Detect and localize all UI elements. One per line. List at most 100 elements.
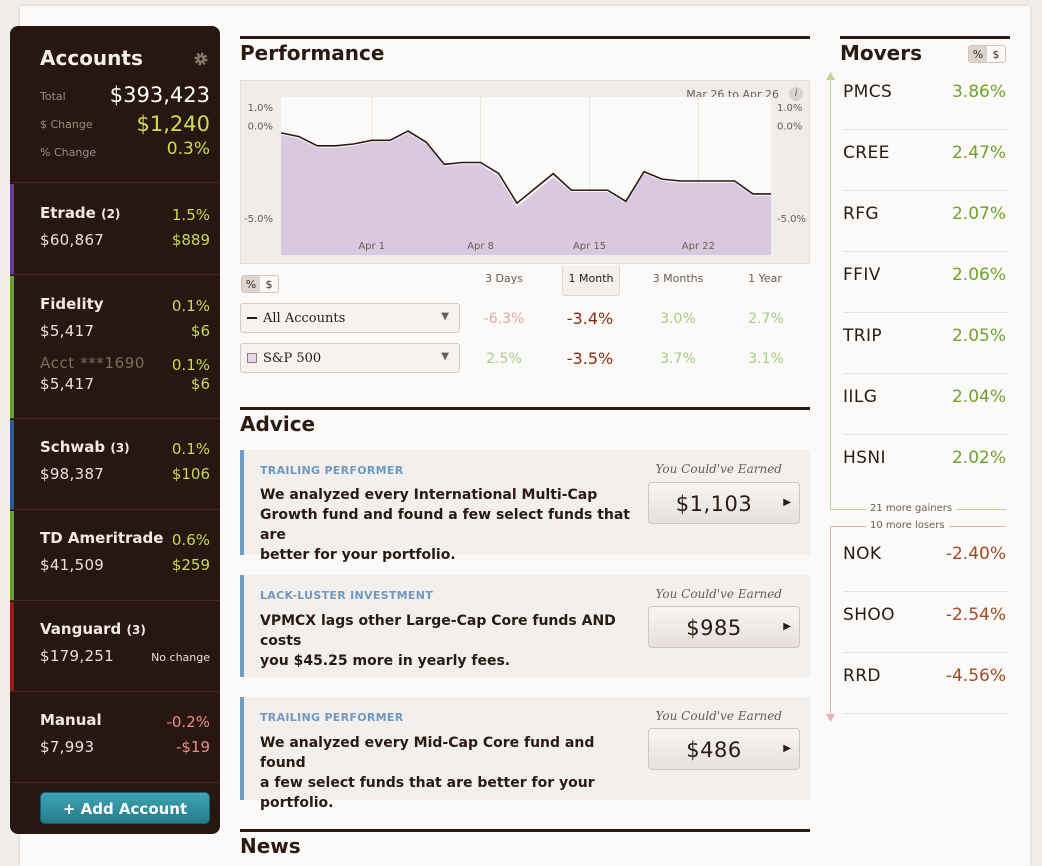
earned-button[interactable]: $985 ▶: [648, 606, 800, 648]
change-label: $ Change: [40, 118, 93, 131]
add-account-button[interactable]: + Add Account: [40, 792, 210, 824]
dollar-toggle[interactable]: $: [260, 276, 278, 292]
account-etrade[interactable]: Etrade (2) 1.5% $60,867 $889: [10, 184, 220, 275]
account-pct: 0.1%: [171, 297, 210, 315]
account-name: TD Ameritrade: [40, 529, 164, 547]
account-change: $106: [171, 465, 210, 483]
account-name: Fidelity: [40, 295, 104, 313]
mover-row[interactable]: NOK -2.40%: [843, 532, 1009, 592]
advice-kind: TRAILING PERFORMER: [260, 711, 404, 724]
account-amount: $98,387: [40, 465, 105, 483]
tab-1-month[interactable]: 1 Month: [562, 266, 620, 296]
account-change: -$19: [175, 738, 210, 756]
account-change: $6: [190, 322, 210, 340]
period-tabs: 3 Days 1 Month 3 Months 1 Year: [460, 266, 810, 296]
mover-row[interactable]: CREE 2.47%: [843, 131, 1009, 191]
performance-title: Performance: [240, 36, 810, 65]
account-fidelity[interactable]: Fidelity 0.1% $5,417 $6 Acct ***1690 0.1…: [10, 276, 220, 419]
mover-row[interactable]: FFIV 2.06%: [843, 253, 1009, 313]
advice-card[interactable]: TRAILING PERFORMER We analyzed every Mid…: [240, 697, 810, 811]
total-label: Total: [40, 90, 66, 103]
sub-account-change: $6: [190, 375, 210, 393]
chevron-right-icon: ▶: [783, 621, 791, 632]
all-accounts-select[interactable]: All Accounts ▼: [240, 303, 460, 333]
total-value: $393,423: [109, 83, 210, 107]
tab-1-year[interactable]: 1 Year: [736, 266, 794, 294]
gear-icon[interactable]: [193, 51, 209, 67]
account-name: Vanguard (3): [40, 620, 146, 638]
perf-value: 2.5%: [486, 351, 522, 367]
x-tick-label: Apr 15: [573, 241, 606, 252]
mover-row[interactable]: SHOO -2.54%: [843, 593, 1009, 653]
mover-row[interactable]: RRD -4.56%: [843, 654, 1009, 714]
tab-3-months[interactable]: 3 Months: [649, 266, 707, 294]
earned-value: $985: [686, 616, 742, 640]
sp500-select[interactable]: S&P 500 ▼: [240, 343, 460, 373]
pct-change-label: % Change: [40, 146, 97, 159]
chevron-right-icon: ▶: [783, 497, 791, 508]
losers-axis: [830, 526, 831, 716]
mover-row[interactable]: IILG 2.04%: [843, 375, 1009, 435]
legend-swatch: [247, 353, 257, 363]
y-tick-label-right: 0.0%: [777, 122, 802, 133]
chevron-down-icon: ▼: [441, 311, 449, 322]
earned-caption: You Could've Earned: [655, 709, 782, 723]
tab-3-days[interactable]: 3 Days: [475, 266, 533, 294]
y-tick-label-right: -5.0%: [777, 214, 806, 225]
account-amount: $41,509: [40, 556, 105, 574]
mover-row[interactable]: HSNI 2.02%: [843, 436, 1009, 496]
gainers-axis: [830, 80, 831, 510]
accounts-title: Accounts: [40, 46, 143, 70]
account-change: $259: [171, 556, 210, 574]
account-pct: 0.6%: [171, 531, 210, 549]
x-tick-label: Apr 8: [467, 241, 494, 252]
earned-caption: You Could've Earned: [655, 462, 782, 476]
mover-row[interactable]: TRIP 2.05%: [843, 314, 1009, 374]
dash-marker: [247, 317, 257, 319]
account-manual[interactable]: Manual -0.2% $7,993 -$19: [10, 693, 220, 783]
percent-toggle[interactable]: %: [969, 46, 987, 62]
perf-value: 3.1%: [748, 351, 784, 367]
advice-text: We analyzed every International Multi-Ca…: [260, 487, 631, 563]
account-schwab[interactable]: Schwab (3) 0.1% $98,387 $106: [10, 420, 220, 510]
arrow-down-icon: [826, 714, 835, 722]
account-amount: $5,417: [40, 322, 95, 340]
account-color-bar: [10, 602, 14, 691]
sub-account-name[interactable]: Acct ***1690: [40, 354, 145, 372]
advice-card[interactable]: LACK-LUSTER INVESTMENT VPMCX lags other …: [240, 575, 810, 677]
account-amount: $60,867: [40, 231, 105, 249]
y-tick-label-left: 0.0%: [248, 122, 273, 133]
performance-chart-svg: 1.0% 0.0% -5.0% 1.0% 0.0% -5.0% Apr 1 Apr 8 Apr …: [244, 97, 806, 255]
dollar-toggle[interactable]: $: [987, 46, 1005, 62]
x-tick-label: Apr 1: [358, 241, 385, 252]
select-label: All Accounts: [263, 311, 346, 326]
perf-value: 3.7%: [660, 351, 696, 367]
performance-unit-toggle: % $: [241, 275, 279, 293]
sub-account-pct: 0.1%: [171, 356, 210, 374]
more-losers-link[interactable]: 10 more losers: [866, 520, 949, 531]
account-pct: -0.2%: [166, 713, 210, 731]
y-tick-label-left: 1.0%: [248, 103, 273, 114]
account-td-ameritrade[interactable]: TD Ameritrade 0.6% $41,509 $259: [10, 511, 220, 601]
account-amount: $179,251: [40, 647, 114, 665]
earned-value: $486: [686, 738, 742, 762]
earned-button[interactable]: $1,103 ▶: [648, 482, 800, 524]
advice-card[interactable]: TRAILING PERFORMER We analyzed every Int…: [240, 450, 810, 563]
chevron-right-icon: ▶: [783, 743, 791, 754]
mover-row[interactable]: PMCS 3.86%: [843, 70, 1009, 130]
perf-value: -3.4%: [566, 309, 614, 328]
account-vanguard[interactable]: Vanguard (3) $179,251 No change: [10, 602, 220, 692]
earned-button[interactable]: $486 ▶: [648, 728, 800, 770]
change-value: $1,240: [136, 112, 210, 136]
pct-change-value: 0.3%: [166, 139, 210, 159]
y-tick-label-left: -5.0%: [244, 214, 273, 225]
movers-unit-toggle: % $: [968, 45, 1006, 63]
percent-toggle[interactable]: %: [242, 276, 260, 292]
advice-text: VPMCX lags other Large-Cap Core funds AN…: [260, 613, 616, 669]
mover-row[interactable]: RFG 2.07%: [843, 192, 1009, 252]
perf-value: 3.0%: [660, 311, 696, 327]
account-pct: 0.1%: [171, 440, 210, 458]
more-gainers-link[interactable]: 21 more gainers: [866, 503, 957, 514]
account-name: Schwab (3): [40, 438, 130, 456]
advice-kind: TRAILING PERFORMER: [260, 464, 404, 477]
